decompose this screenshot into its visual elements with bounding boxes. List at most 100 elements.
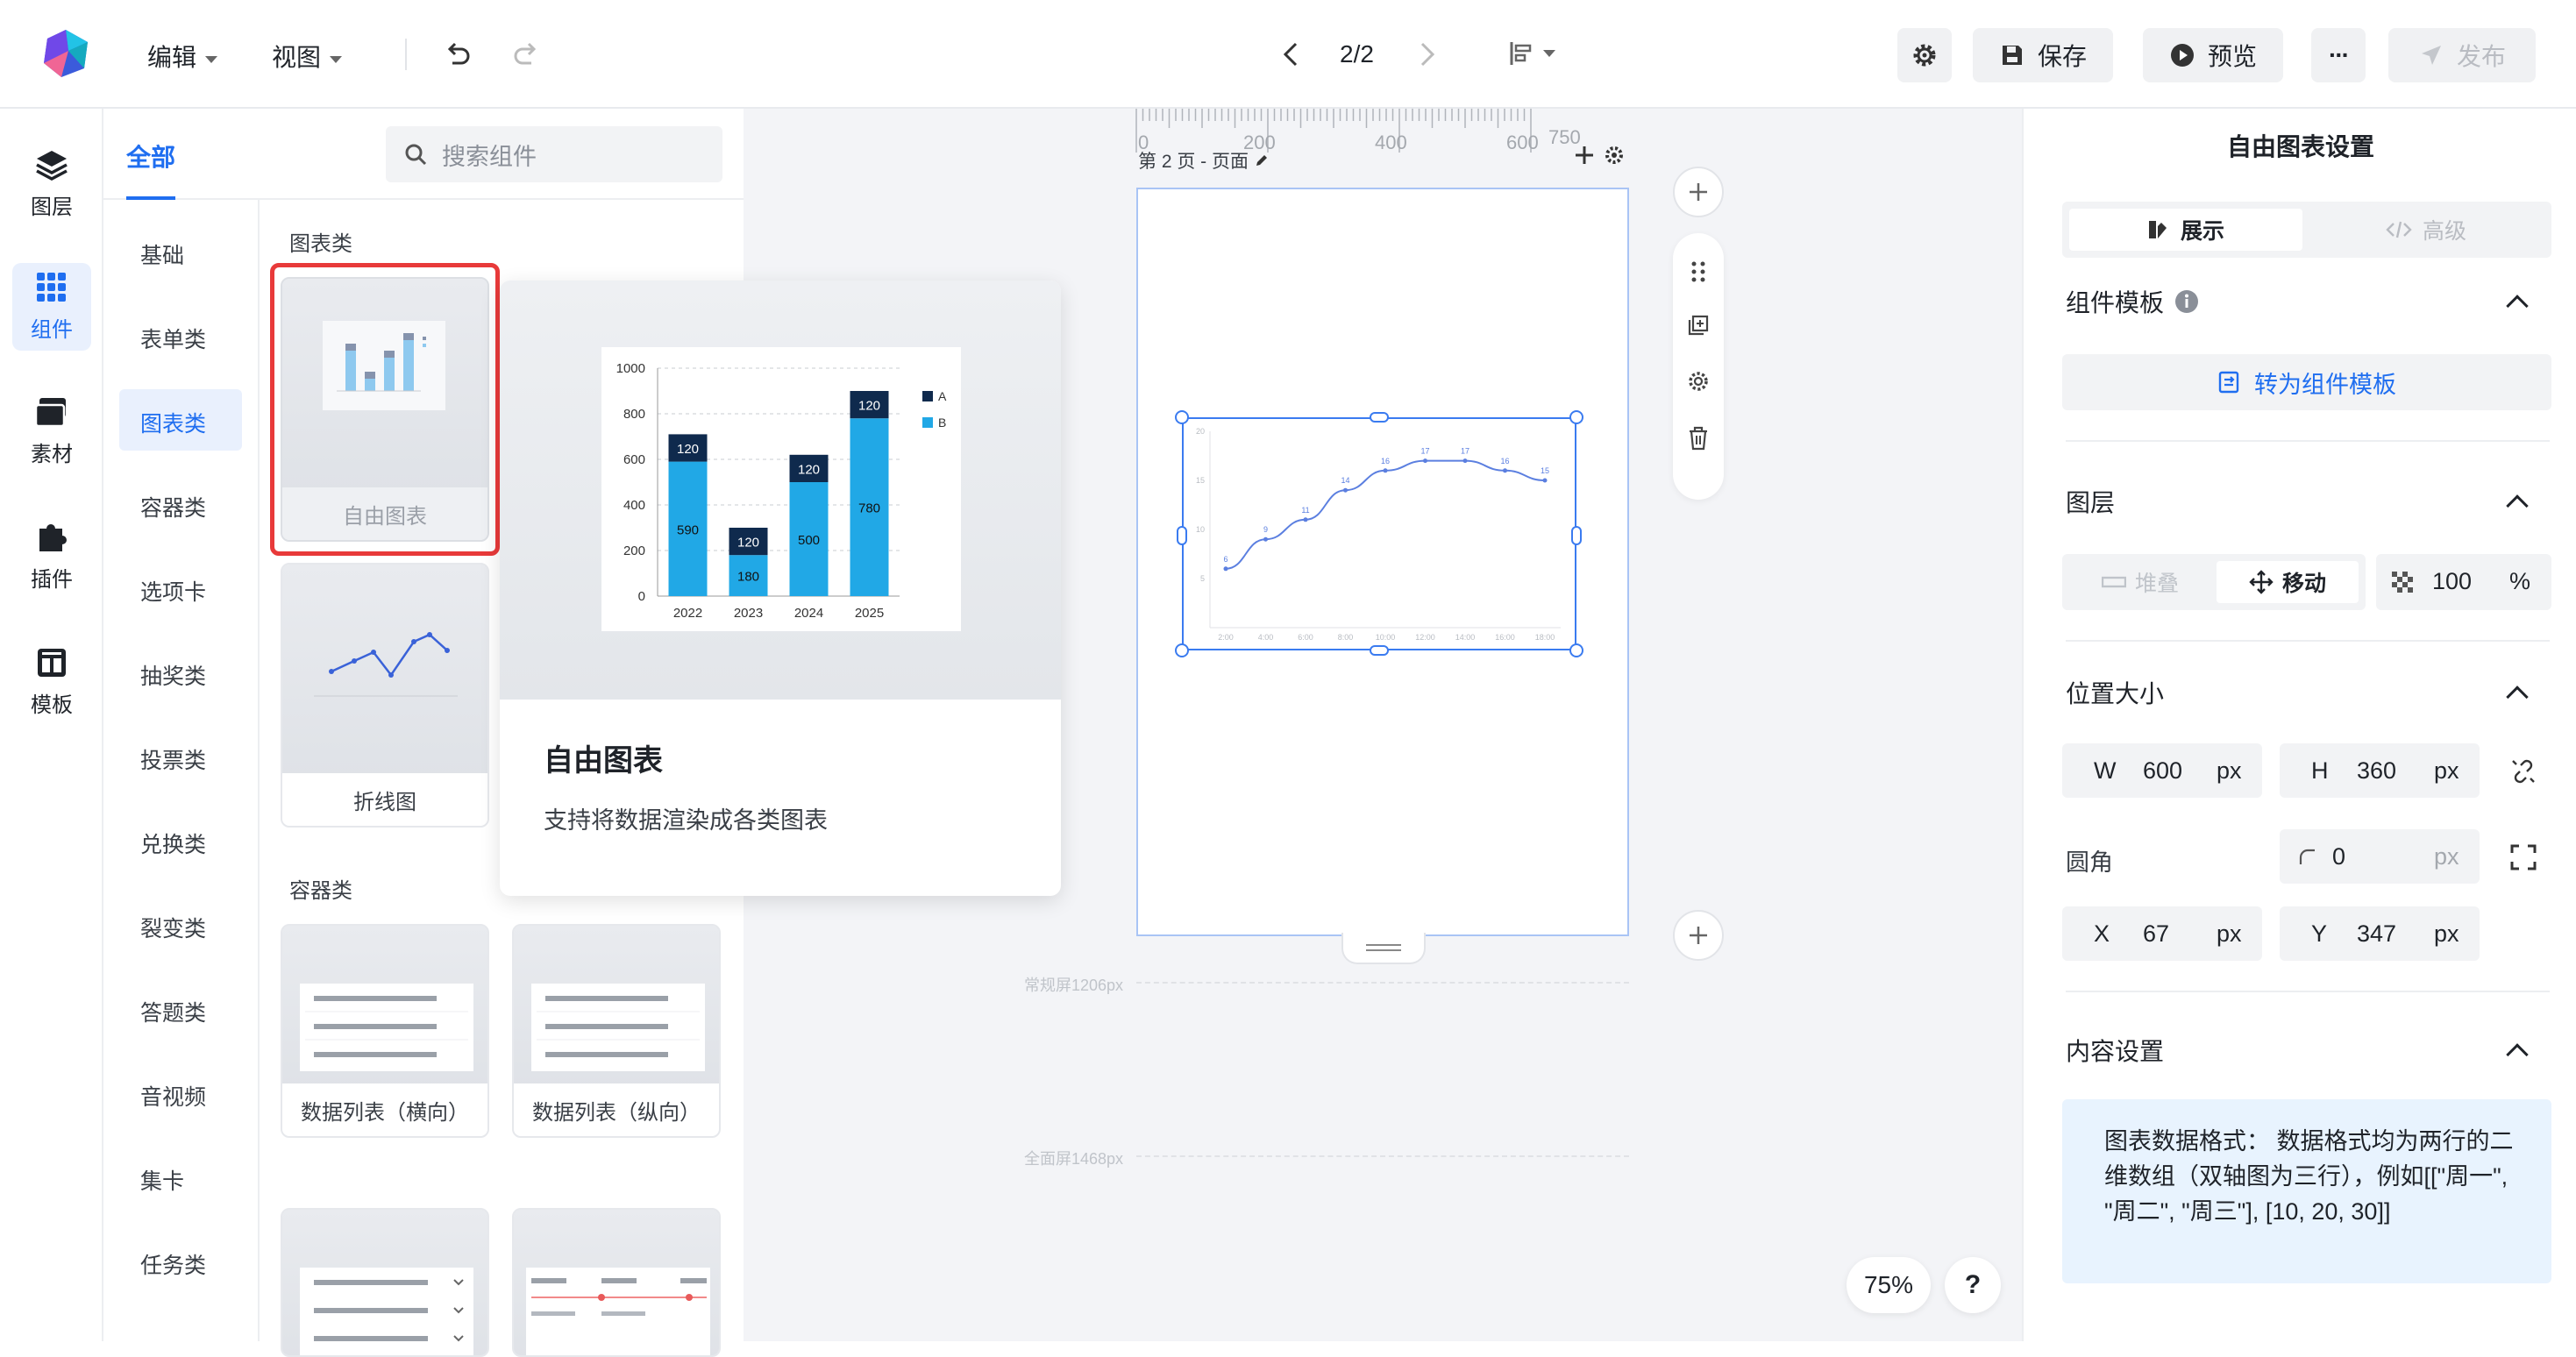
collapse-position-icon[interactable] xyxy=(2506,686,2529,708)
prev-page-icon[interactable] xyxy=(1278,40,1305,68)
width-field[interactable]: W 600 px xyxy=(2062,743,2262,798)
category-lottery[interactable]: 抽奖类 xyxy=(140,659,206,691)
category-task[interactable]: 任务类 xyxy=(140,1248,206,1280)
x-tick-label: 12:00 xyxy=(1415,633,1435,642)
drag-handle-icon[interactable] xyxy=(1689,259,1708,284)
collapse-template-icon[interactable] xyxy=(2506,295,2529,317)
page-resize-handle[interactable] xyxy=(1341,933,1426,964)
add-below-button[interactable] xyxy=(1673,910,1724,961)
puzzle-icon xyxy=(39,523,68,551)
data-label-B: 500 xyxy=(798,533,820,548)
category-basic[interactable]: 基础 xyxy=(140,238,184,270)
x-position-field[interactable]: X 67 px xyxy=(2062,906,2262,961)
template-section-heading[interactable]: 组件模板 xyxy=(2066,284,2199,319)
resize-handle-left[interactable] xyxy=(1177,526,1187,545)
category-container[interactable]: 容器类 xyxy=(140,491,206,522)
resize-handle-bl[interactable] xyxy=(1175,643,1189,657)
add-page-icon[interactable] xyxy=(1573,144,1596,167)
y-unit: px xyxy=(2434,920,2459,947)
category-redeem[interactable]: 兑换类 xyxy=(140,828,206,859)
resize-handle-top[interactable] xyxy=(1370,412,1389,423)
position-section-heading[interactable]: 位置大小 xyxy=(2066,675,2164,710)
x-tick-label: 18:00 xyxy=(1535,633,1555,642)
view-menu[interactable]: 视图 xyxy=(272,39,343,74)
height-field[interactable]: H 360 px xyxy=(2280,743,2480,798)
tab-show[interactable]: 展示 xyxy=(2069,209,2302,251)
app-logo[interactable] xyxy=(39,26,93,81)
rail-item-layers[interactable]: 图层 xyxy=(12,140,91,228)
edit-menu[interactable]: 编辑 xyxy=(147,39,218,74)
timeline-thumbnail xyxy=(514,1210,719,1355)
edit-pencil-icon[interactable] xyxy=(1254,153,1270,168)
component-card-list-vertical[interactable]: 数据列表（纵向） xyxy=(512,924,721,1138)
next-page-icon[interactable] xyxy=(1413,40,1440,68)
stack-mode-option[interactable]: 堆叠 xyxy=(2069,561,2211,603)
opacity-field[interactable]: 100 % xyxy=(2376,554,2551,610)
point-label: 14 xyxy=(1341,476,1349,485)
convert-template-button[interactable]: 转为组件模板 xyxy=(2062,354,2551,410)
content-section-heading[interactable]: 内容设置 xyxy=(2066,1033,2164,1068)
card-label: 折线图 xyxy=(282,773,487,826)
line-point xyxy=(1223,566,1228,572)
category-chart[interactable]: 图表类 xyxy=(140,407,206,438)
y-tick-label: 600 xyxy=(623,452,645,467)
tab-all[interactable]: 全部 xyxy=(126,139,175,174)
zoom-indicator[interactable]: 75% xyxy=(1847,1257,1931,1313)
collapse-layer-icon[interactable] xyxy=(2506,494,2529,517)
component-card-list-collapsible[interactable] xyxy=(281,1208,489,1357)
y-position-field[interactable]: Y 347 px xyxy=(2280,906,2480,961)
undo-icon[interactable] xyxy=(442,39,473,70)
line-chart-thumbnail xyxy=(282,565,487,778)
gear-icon[interactable] xyxy=(1687,370,1710,393)
expand-corners-icon[interactable] xyxy=(2509,843,2537,871)
template-icon xyxy=(38,648,66,677)
resize-handle-bottom[interactable] xyxy=(1370,645,1389,656)
tab-advanced[interactable]: 高级 xyxy=(2309,209,2543,251)
move-mode-option[interactable]: 移动 xyxy=(2217,561,2359,603)
x-tick-label: 2024 xyxy=(794,606,823,621)
save-button[interactable]: 保存 xyxy=(1973,28,2113,82)
resize-handle-tr[interactable] xyxy=(1569,410,1583,424)
category-quiz[interactable]: 答题类 xyxy=(140,996,206,1027)
component-card-timeline[interactable] xyxy=(512,1208,721,1357)
component-card-line-chart[interactable]: 折线图 xyxy=(281,563,489,828)
resize-handle-br[interactable] xyxy=(1569,643,1583,657)
resize-handle-tl[interactable] xyxy=(1175,410,1189,424)
publish-button[interactable]: 发布 xyxy=(2388,28,2536,82)
layer-section-heading[interactable]: 图层 xyxy=(2066,484,2115,519)
corner-radius-icon xyxy=(2299,849,2315,864)
unlink-ratio-icon[interactable] xyxy=(2509,757,2537,785)
add-above-button[interactable] xyxy=(1673,167,1724,217)
guide-full-label: 全面屏1468px xyxy=(1024,1150,1124,1168)
duplicate-icon[interactable] xyxy=(1687,314,1710,337)
card-label: 数据列表（纵向） xyxy=(514,1083,719,1136)
align-menu[interactable] xyxy=(1508,40,1555,67)
category-form[interactable]: 表单类 xyxy=(140,323,206,354)
category-vote[interactable]: 投票类 xyxy=(140,743,206,775)
search-input[interactable]: 搜索组件 xyxy=(386,126,722,182)
rail-item-assets[interactable]: 素材 xyxy=(12,387,91,475)
canvas-chart-component[interactable]: 20 15 10 5 6 2:00 9 4:00 11 6:00 14 8:00 16 10:00 17 12… xyxy=(1182,417,1576,650)
preview-button[interactable]: 预览 xyxy=(2143,28,2283,82)
category-list: 基础 表单类 图表类 容器类 选项卡 抽奖类 投票类 兑换类 裂变类 答题类 音… xyxy=(103,200,260,1341)
data-label-B: 780 xyxy=(858,501,880,516)
height-unit: px xyxy=(2434,757,2459,784)
rail-item-templates[interactable]: 模板 xyxy=(12,638,91,726)
more-button[interactable]: ··· xyxy=(2311,28,2366,82)
category-tabs[interactable]: 选项卡 xyxy=(140,575,206,607)
page-settings-icon[interactable] xyxy=(1603,144,1626,167)
settings-button[interactable] xyxy=(1897,28,1952,82)
redo-icon[interactable] xyxy=(510,39,542,70)
rail-item-plugins[interactable]: 插件 xyxy=(12,512,91,600)
category-media[interactable]: 音视频 xyxy=(140,1080,206,1112)
category-fission[interactable]: 裂变类 xyxy=(140,912,206,943)
category-cards[interactable]: 集卡 xyxy=(140,1164,184,1196)
x-tick-label: 8:00 xyxy=(1338,633,1354,642)
rail-item-components[interactable]: 组件 xyxy=(12,263,91,351)
help-button[interactable]: ? xyxy=(1945,1257,2001,1313)
trash-icon[interactable] xyxy=(1688,426,1709,451)
collapse-content-icon[interactable] xyxy=(2506,1043,2529,1066)
resize-handle-right[interactable] xyxy=(1571,526,1582,545)
radius-field[interactable]: 0 px xyxy=(2280,829,2480,884)
component-card-list-horizontal[interactable]: 数据列表（横向） xyxy=(281,924,489,1138)
